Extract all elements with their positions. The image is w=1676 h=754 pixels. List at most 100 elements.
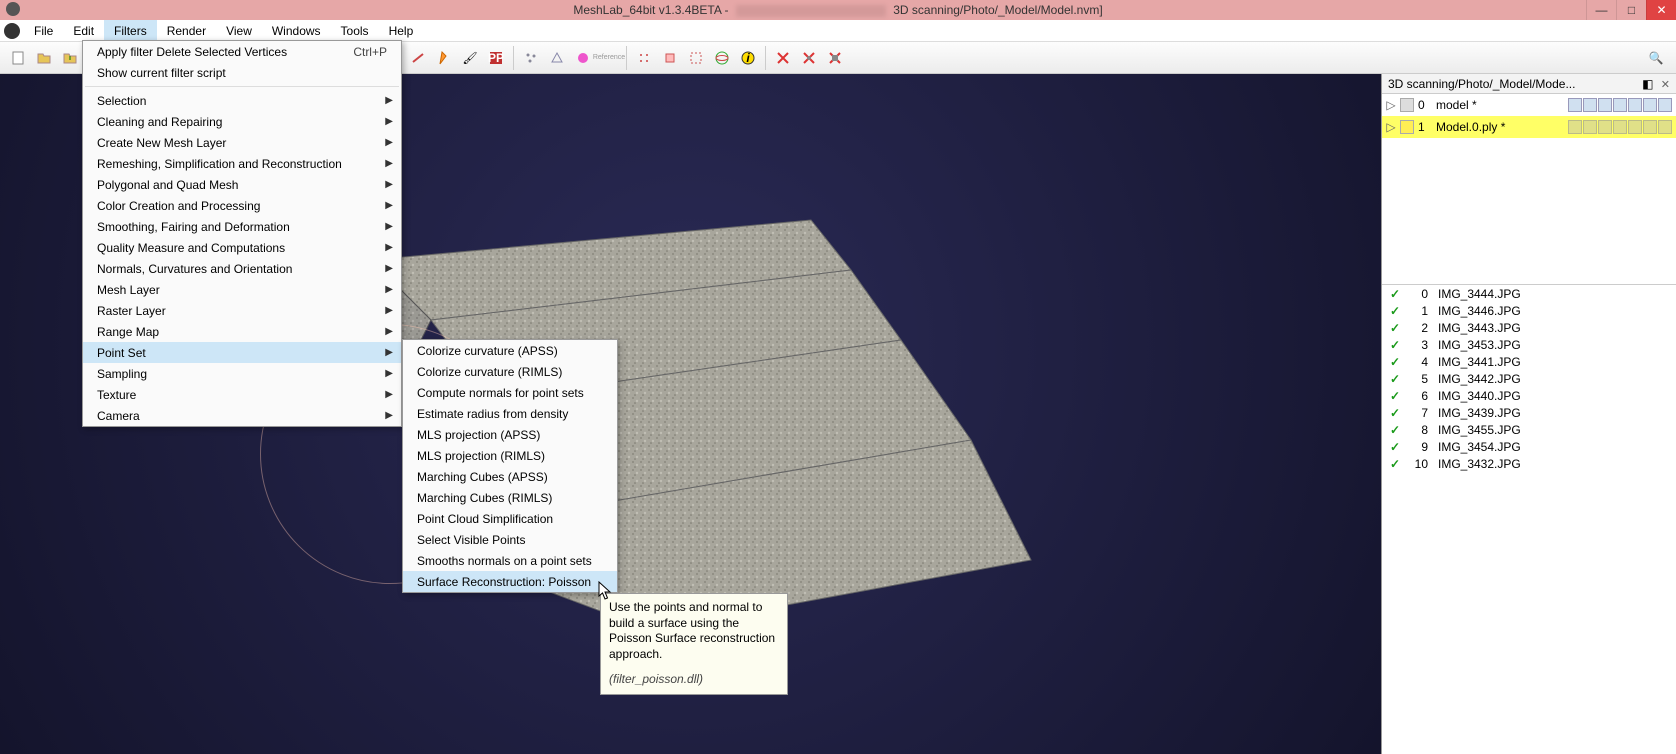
panel-float-icon[interactable]: ◧ (1642, 77, 1653, 91)
menu-item-mesh-layer[interactable]: Mesh Layer▶ (83, 279, 401, 300)
menu-item[interactable]: Show current filter script (83, 62, 401, 83)
submenu-item[interactable]: MLS projection (APSS) (403, 424, 617, 445)
submenu-item[interactable]: Select Visible Points (403, 529, 617, 550)
image-row[interactable]: ✓1IMG_3446.JPG (1382, 302, 1676, 319)
image-row[interactable]: ✓7IMG_3439.JPG (1382, 404, 1676, 421)
search-icon[interactable]: 🔍 (1642, 44, 1670, 72)
menu-item-camera[interactable]: Camera▶ (83, 405, 401, 426)
menu-item-smoothing-fairing-and-deformation[interactable]: Smoothing, Fairing and Deformation▶ (83, 216, 401, 237)
layer-toggle-icon[interactable] (1613, 120, 1627, 134)
point-set-submenu: Colorize curvature (APSS)Colorize curvat… (402, 339, 618, 593)
layer-toggle-icon[interactable] (1568, 120, 1582, 134)
measure-icon[interactable] (406, 46, 430, 70)
title-blurred (736, 5, 886, 17)
submenu-item[interactable]: Colorize curvature (APSS) (403, 340, 617, 361)
menu-item[interactable]: Apply filter Delete Selected VerticesCtr… (83, 41, 401, 62)
layer-toggle-icon[interactable] (1628, 120, 1642, 134)
menu-item-selection[interactable]: Selection▶ (83, 90, 401, 111)
image-row[interactable]: ✓5IMG_3442.JPG (1382, 370, 1676, 387)
menu-help[interactable]: Help (379, 20, 424, 41)
open-folder-icon[interactable] (32, 46, 56, 70)
menu-windows[interactable]: Windows (262, 20, 331, 41)
pp-icon[interactable]: PP (484, 46, 508, 70)
close-button[interactable]: ✕ (1646, 0, 1676, 20)
menu-filters[interactable]: Filters (104, 20, 157, 41)
layer-toggle-icon[interactable] (1658, 98, 1672, 112)
layer-toggle-icon[interactable] (1598, 120, 1612, 134)
image-row[interactable]: ✓0IMG_3444.JPG (1382, 285, 1676, 302)
minimize-button[interactable]: — (1586, 0, 1616, 20)
image-row[interactable]: ✓6IMG_3440.JPG (1382, 387, 1676, 404)
menu-item-quality-measure-and-computations[interactable]: Quality Measure and Computations▶ (83, 237, 401, 258)
layer-toggle-icon[interactable] (1583, 98, 1597, 112)
expand-icon[interactable]: ▷ (1386, 98, 1396, 112)
menu-item-polygonal-and-quad-mesh[interactable]: Polygonal and Quad Mesh▶ (83, 174, 401, 195)
panel-close-icon[interactable]: ✕ (1661, 79, 1670, 91)
menu-item-texture[interactable]: Texture▶ (83, 384, 401, 405)
submenu-item[interactable]: Marching Cubes (APSS) (403, 466, 617, 487)
layer-toggle-icon[interactable] (1628, 98, 1642, 112)
image-row[interactable]: ✓8IMG_3455.JPG (1382, 421, 1676, 438)
submenu-item[interactable]: Surface Reconstruction: Poisson (403, 571, 617, 592)
image-row[interactable]: ✓10IMG_3432.JPG (1382, 455, 1676, 472)
layer-row[interactable]: ▷1Model.0.ply * (1382, 116, 1676, 138)
menu-item-color-creation-and-processing[interactable]: Color Creation and Processing▶ (83, 195, 401, 216)
points-icon[interactable] (519, 46, 543, 70)
del-face-icon[interactable] (797, 46, 821, 70)
layer-row[interactable]: ▷0model * (1382, 94, 1676, 116)
trackball-icon[interactable] (710, 46, 734, 70)
info-icon[interactable]: i (736, 46, 760, 70)
side-panel-tab[interactable]: 3D scanning/Photo/_Model/Mode... ◧ ✕ (1382, 74, 1676, 94)
menu-tools[interactable]: Tools (331, 20, 379, 41)
submenu-item[interactable]: Estimate radius from density (403, 403, 617, 424)
menu-item-remeshing-simplification-and-reconstruction[interactable]: Remeshing, Simplification and Reconstruc… (83, 153, 401, 174)
submenu-item[interactable]: Point Cloud Simplification (403, 508, 617, 529)
layer-toggle-icon[interactable] (1658, 120, 1672, 134)
menu-view[interactable]: View (216, 20, 262, 41)
ref-icon[interactable]: Reference (597, 46, 621, 70)
brush-icon[interactable]: 🖌 (458, 46, 482, 70)
submenu-item[interactable]: Compute normals for point sets (403, 382, 617, 403)
layer-toggle-icon[interactable] (1643, 120, 1657, 134)
new-file-icon[interactable] (6, 46, 30, 70)
maximize-button[interactable]: □ (1616, 0, 1646, 20)
menu-render[interactable]: Render (157, 20, 216, 41)
layer-toggle-icon[interactable] (1643, 98, 1657, 112)
torch-icon[interactable] (432, 46, 456, 70)
submenu-item[interactable]: MLS projection (RIMLS) (403, 445, 617, 466)
menu-edit[interactable]: Edit (63, 20, 104, 41)
menu-item-cleaning-and-repairing[interactable]: Cleaning and Repairing▶ (83, 111, 401, 132)
submenu-item[interactable]: Smooths normals on a point sets (403, 550, 617, 571)
sel-verts-icon[interactable] (632, 46, 656, 70)
layer-toggle-icon[interactable] (1613, 98, 1627, 112)
eye-icon[interactable] (1400, 98, 1414, 112)
import-icon[interactable] (58, 46, 82, 70)
sel-face-icon[interactable] (658, 46, 682, 70)
layer-toggle-icon[interactable] (1598, 98, 1612, 112)
image-row[interactable]: ✓3IMG_3453.JPG (1382, 336, 1676, 353)
check-icon: ✓ (1390, 338, 1402, 352)
eye-icon[interactable] (1400, 120, 1414, 134)
image-row[interactable]: ✓9IMG_3454.JPG (1382, 438, 1676, 455)
tetra-icon[interactable] (545, 46, 569, 70)
del-all-icon[interactable] (823, 46, 847, 70)
app-icon (6, 2, 20, 16)
menu-item-create-new-mesh-layer[interactable]: Create New Mesh Layer▶ (83, 132, 401, 153)
submenu-item[interactable]: Marching Cubes (RIMLS) (403, 487, 617, 508)
menu-item-point-set[interactable]: Point Set▶ (83, 342, 401, 363)
color-icon[interactable] (571, 46, 595, 70)
layer-toggle-icon[interactable] (1568, 98, 1582, 112)
image-row[interactable]: ✓2IMG_3443.JPG (1382, 319, 1676, 336)
del-vert-icon[interactable] (771, 46, 795, 70)
menu-item-sampling[interactable]: Sampling▶ (83, 363, 401, 384)
menu-item-normals-curvatures-and-orientation[interactable]: Normals, Curvatures and Orientation▶ (83, 258, 401, 279)
expand-icon[interactable]: ▷ (1386, 120, 1396, 134)
menu-item-range-map[interactable]: Range Map▶ (83, 321, 401, 342)
menu-file[interactable]: File (24, 20, 63, 41)
submenu-item[interactable]: Colorize curvature (RIMLS) (403, 361, 617, 382)
sel-conn-icon[interactable] (684, 46, 708, 70)
layer-toggle-icon[interactable] (1583, 120, 1597, 134)
image-list: ✓0IMG_3444.JPG✓1IMG_3446.JPG✓2IMG_3443.J… (1382, 284, 1676, 754)
image-row[interactable]: ✓4IMG_3441.JPG (1382, 353, 1676, 370)
menu-item-raster-layer[interactable]: Raster Layer▶ (83, 300, 401, 321)
